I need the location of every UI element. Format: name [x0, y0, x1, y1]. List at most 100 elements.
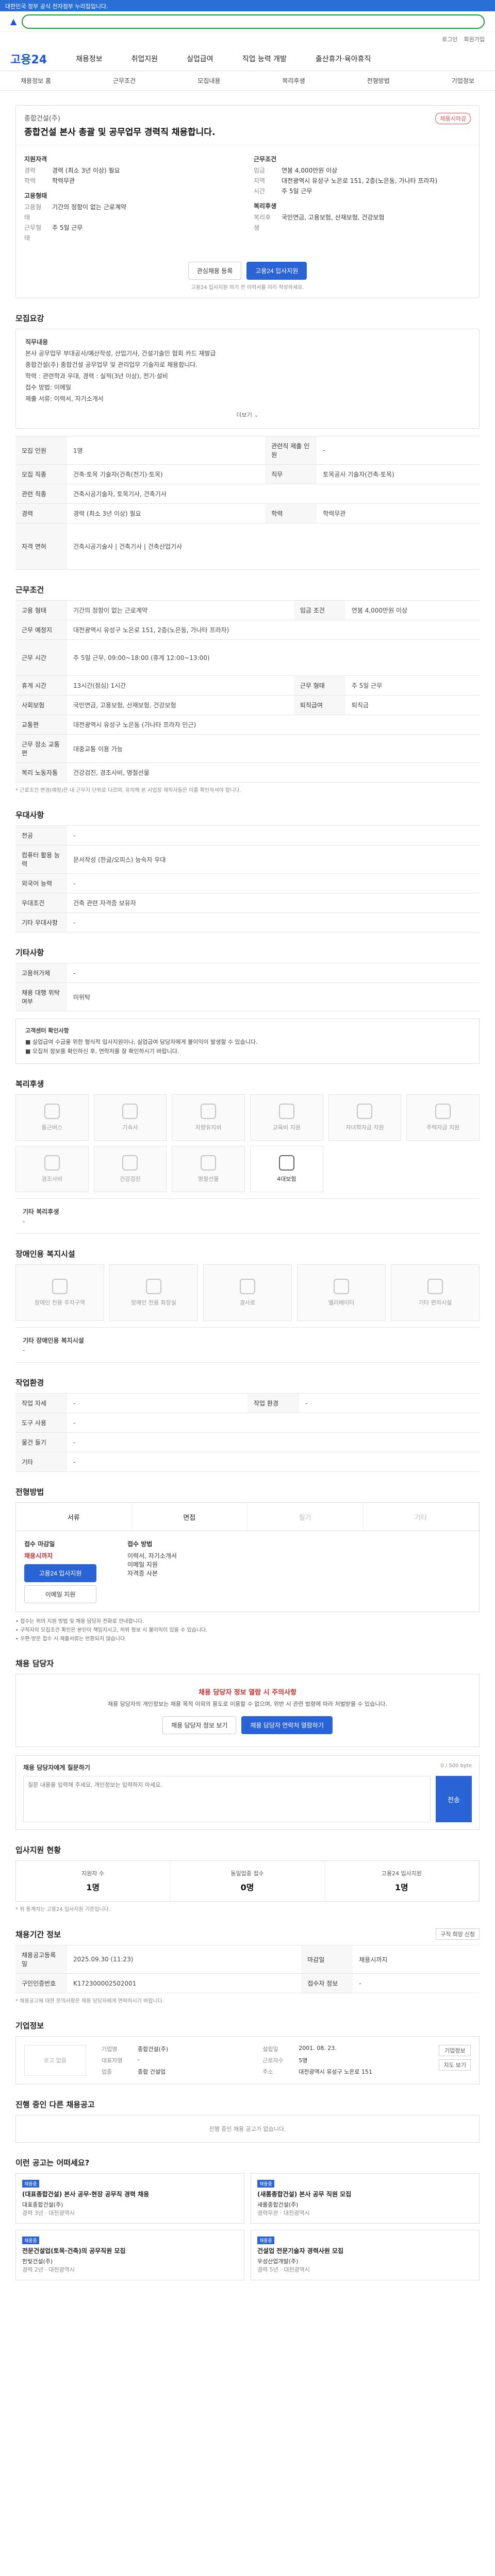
- apply-button[interactable]: 고용24 입사지원: [246, 262, 307, 280]
- stat-item: 동일업종 접수 0명: [170, 1861, 325, 1901]
- table-row: 채용공고등록일 2025.09.30 (11:23) 마감일 채용시까지: [15, 1945, 480, 1974]
- nav-parental-leave[interactable]: 출산휴가·육아휴직: [316, 54, 371, 64]
- company-label: 설립일: [262, 2046, 278, 2053]
- company-label: 기업명: [102, 2046, 118, 2053]
- section-tabs: 채용정보 홈 근무조건 모집내용 복리후생 전형방법 기업정보: [0, 71, 495, 91]
- tab-home[interactable]: 채용정보 홈: [21, 76, 51, 85]
- recommend-company: 한빛건설(주): [22, 2258, 53, 2265]
- recommend-card[interactable]: 채용중 전문건설업(토목·건축)의 공무직원 모집 한빛건설(주) 경력 2년 …: [15, 2230, 244, 2280]
- welfare-label: 통근버스: [41, 1124, 63, 1131]
- company-name[interactable]: 종합건설(주): [24, 113, 215, 123]
- other-disabled-value: -: [23, 1347, 25, 1354]
- welfare-title: 복리후생: [15, 1079, 44, 1089]
- row-value: 1명: [67, 436, 266, 465]
- table-row: 근무 예정지 대전광역시 유성구 노은로 151, 2층(노은동, 가나타 프라자…: [15, 620, 480, 640]
- nav-job-support[interactable]: 취업지원: [131, 54, 158, 64]
- map-button[interactable]: 지도 보기: [439, 2059, 471, 2071]
- facility-item: 장애인 전용 화장실: [109, 1264, 198, 1321]
- present-icon: [201, 1155, 217, 1171]
- graduation-cap-icon: [357, 1104, 373, 1119]
- inquiry-textarea[interactable]: [23, 1776, 431, 1822]
- inquiry-count: 0 / 500 byte: [440, 1763, 472, 1769]
- apply-note-line: • 우편·방문 접수 시 제출서류는 반환되지 않습니다.: [15, 1636, 127, 1642]
- welfare-label: 기숙사: [122, 1124, 138, 1131]
- cond-label: 지역: [254, 177, 266, 184]
- doc-item: 자격증 사본: [127, 1570, 158, 1577]
- recommend-job-title[interactable]: 건설업 전문기술자 경력사원 모집: [257, 2246, 473, 2255]
- email-apply-button[interactable]: 이메일 지원: [24, 1585, 96, 1603]
- sub-heading: 복리후생: [254, 202, 277, 210]
- recommend-company: 새롬종합건설(주): [257, 2201, 299, 2208]
- other-disabled-title: 기타 장애인용 복지시설: [23, 1337, 84, 1344]
- welfare-item: 통근버스: [15, 1094, 89, 1141]
- stat-label: 고용24 입사지원: [381, 1870, 422, 1877]
- search-input[interactable]: [22, 14, 485, 29]
- tab-work-conditions[interactable]: 근무조건: [113, 76, 136, 85]
- tab-company[interactable]: 기업정보: [452, 76, 474, 85]
- company-info-button[interactable]: 기업정보: [439, 2045, 471, 2056]
- row-value: 채용시까지: [353, 1945, 480, 1974]
- row-value: 경력 (최소 3년 이상) 필요: [67, 503, 266, 523]
- company-value: 2001. 08. 23.: [299, 2045, 337, 2052]
- cond-label: 임금: [254, 167, 266, 174]
- row-label: 작업 환경: [248, 1393, 299, 1413]
- site-brand[interactable]: 고용24: [10, 50, 47, 67]
- method-tabs: 서류 면접 필기 기타: [15, 1502, 480, 1531]
- req-value: 학력무관: [52, 177, 75, 184]
- welfare-item: 주택자금 지원: [406, 1094, 480, 1141]
- recommend-job-title[interactable]: (새롬종합건설) 본사 공무 직원 모집: [257, 2190, 473, 2198]
- company-label: 근로자수: [262, 2057, 284, 2064]
- manager-contact-button[interactable]: 채용 담당자 연락처 열람하기: [241, 1716, 333, 1734]
- table-row: 고용허가제 -: [15, 963, 480, 983]
- login-link[interactable]: 로그인: [442, 35, 457, 43]
- recommend-meta: 경력 2년 · 대전광역시: [22, 2266, 75, 2273]
- tab-welfare[interactable]: 복리후생: [282, 76, 305, 85]
- ramp-icon: [240, 1279, 255, 1294]
- info-section: 채용기간 정보 구직 희망 신청 채용공고등록일 2025.09.30 (11:2…: [15, 1928, 480, 2006]
- row-label: 고용 형태: [15, 600, 67, 620]
- more-button[interactable]: 더보기 ⌄: [25, 410, 470, 421]
- recommend-meta: 경력 5년 · 대전광역시: [257, 2266, 310, 2273]
- recommend-job-title[interactable]: (대표종합건설) 본사 공무·현장 공무직 경력 채용: [22, 2190, 238, 2198]
- signup-link[interactable]: 회원가입: [464, 35, 485, 43]
- table-row: 사회보험 국민연금, 고용보험, 산재보험, 건강보험 퇴직급여 퇴직금: [15, 695, 480, 715]
- stats-title: 입사지원 현황: [15, 1845, 61, 1855]
- recommend-company: 대표종합건설(주): [22, 2201, 63, 2208]
- job-request-button[interactable]: 구직 희망 신청: [436, 1928, 480, 1940]
- method-step: 기타: [364, 1503, 479, 1531]
- table-row: 물건 들기 -: [15, 1432, 480, 1452]
- portal-logo[interactable]: ▲: [10, 16, 16, 26]
- row-label: 채용 대행 위탁 여부: [15, 982, 67, 1011]
- tab-selection[interactable]: 전형방법: [367, 76, 390, 85]
- row-value: -: [353, 1973, 480, 1993]
- facility-label: 장애인 전용 주차구역: [34, 1299, 86, 1306]
- recommend-card[interactable]: 채용중 (대표종합건설) 본사 공무·현장 공무직 경력 채용 대표종합건설(주…: [15, 2173, 244, 2224]
- recommend-job-title[interactable]: 전문건설업(토목·건축)의 공무직원 모집: [22, 2246, 238, 2255]
- table-row: 도구 사용 -: [15, 1413, 480, 1433]
- search-row: ▲: [0, 11, 495, 32]
- manager-info-button[interactable]: 채용 담당자 정보 보기: [162, 1716, 237, 1734]
- inquiry-send-button[interactable]: 전송: [436, 1776, 472, 1822]
- nav-job-info[interactable]: 채용정보: [76, 54, 103, 64]
- apply-now-button[interactable]: 고용24 입사지원: [24, 1564, 96, 1582]
- company-value: -: [138, 2056, 140, 2063]
- table-row: 기타 -: [15, 1452, 480, 1472]
- welfare-section: 복리후생 통근버스 기숙사 차량유지비 교육비 지원 자녀학자금 지원 주택자금…: [15, 1078, 480, 1234]
- save-interest-button[interactable]: 관심채용 등록: [188, 262, 242, 280]
- row-label: 복리 노동자통: [15, 762, 67, 783]
- form-value: 주 5일 근무: [52, 224, 83, 231]
- form-value: 기간의 정함이 없는 근로계약: [52, 204, 126, 211]
- row-value: 기간의 정함이 없는 근로계약: [67, 600, 294, 620]
- table-row: 휴게 시간 13시간(점심) 1시간 근무 형태 주 5일 근무: [15, 675, 480, 696]
- inquiry-box: 채용 담당자에게 질문하기 0 / 500 byte 전송: [15, 1755, 480, 1830]
- row-value: 주 5일 근무: [345, 675, 480, 696]
- status-badge: 채용중: [257, 2236, 274, 2244]
- nav-training[interactable]: 직업 능력 개발: [242, 54, 287, 64]
- nav-unemployment[interactable]: 실업급여: [187, 54, 213, 64]
- cond-value: 주 5일 근무: [282, 188, 312, 195]
- tab-recruit[interactable]: 모집내용: [197, 76, 220, 85]
- row-value: 주 5일 근무, 09:00~18:00 (휴게 12:00~13:00): [67, 639, 480, 676]
- facility-label: 장애인 전용 화장실: [131, 1299, 176, 1306]
- recommend-card[interactable]: 채용중 (새롬종합건설) 본사 공무 직원 모집 새롬종합건설(주) 경력무관 …: [251, 2173, 480, 2224]
- recommend-card[interactable]: 채용중 건설업 전문기술자 경력사원 모집 우성산업개발(주) 경력 5년 · …: [251, 2230, 480, 2280]
